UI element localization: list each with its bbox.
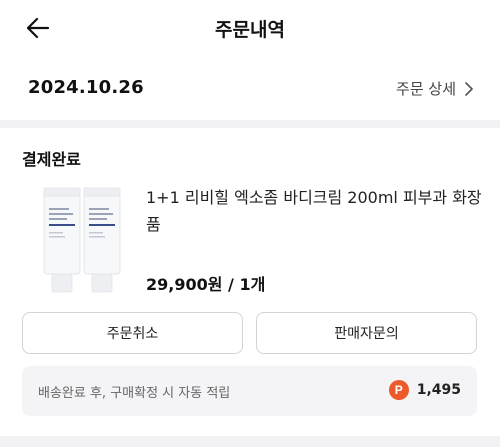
reward-points: P 1,495 — [388, 380, 461, 400]
reward-points-box: 배송완료 후, 구매확정 시 자동 적립 P 1,495 — [22, 366, 477, 416]
product-item[interactable]: 1+1 리비힐 엑소좀 바디크림 200ml 피부과 화장품 29,900원 /… — [0, 178, 500, 298]
order-status: 결제완료 — [22, 150, 81, 169]
order-date: 2024.10.26 — [28, 77, 144, 98]
seller-inquiry-button[interactable]: 판매자문의 — [256, 312, 477, 354]
cancel-order-button[interactable]: 주문취소 — [22, 312, 243, 354]
order-date-row: 2024.10.26 주문 상세 — [0, 68, 500, 108]
product-price: 29,900원 / 1개 — [146, 275, 266, 294]
reward-description: 배송완료 후, 구매확정 시 자동 적립 — [38, 386, 231, 401]
section-divider — [0, 120, 500, 128]
order-detail-label: 주문 상세 — [396, 80, 456, 98]
order-detail-link[interactable]: 주문 상세 — [396, 78, 474, 99]
product-name[interactable]: 1+1 리비힐 엑소좀 바디크림 200ml 피부과 화장품 — [146, 184, 486, 238]
app-header: 주문내역 — [0, 0, 500, 56]
product-thumbnail[interactable] — [38, 186, 126, 296]
bottom-divider — [0, 436, 500, 447]
chevron-right-icon — [465, 81, 473, 96]
reward-points-value: 1,495 — [416, 382, 461, 398]
page-title: 주문내역 — [215, 19, 285, 41]
point-icon: P — [388, 380, 409, 400]
